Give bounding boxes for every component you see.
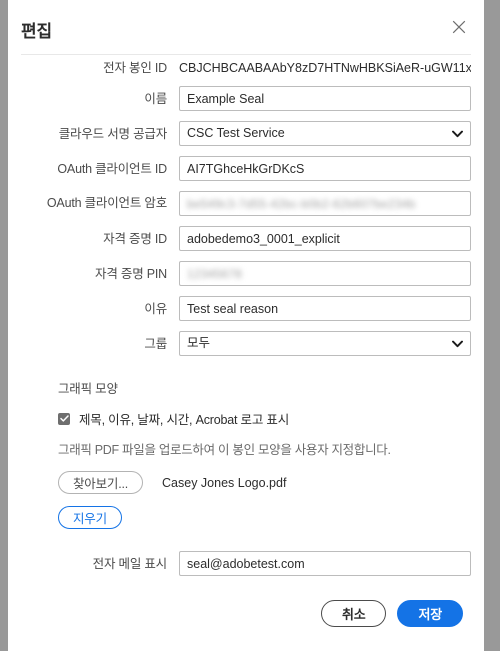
email-label: 전자 메일 표시 — [92, 557, 168, 571]
dialog-header: 편집 — [8, 0, 484, 55]
reason-label: 이유 — [144, 302, 167, 316]
provider-label: 클라우드 서명 공급자 — [58, 127, 167, 141]
upload-row: 찾아보기... Casey Jones Logo.pdf — [58, 471, 471, 494]
show-details-checkbox-label: 제목, 이유, 날짜, 시간, Acrobat 로고 표시 — [79, 413, 290, 427]
seal-id-value: CBJCHBCAABAAbY8zD7HTNwHBKSiAeR-uGW11x — [179, 61, 471, 75]
field-row-name: 이름 — [21, 86, 471, 111]
oauth-client-id-input[interactable] — [179, 156, 471, 181]
seal-id-label: 전자 봉인 ID — [103, 61, 167, 75]
credential-pin-input[interactable] — [179, 261, 471, 286]
browse-button[interactable]: 찾아보기... — [58, 471, 144, 494]
graphic-section-title: 그래픽 모양 — [58, 382, 118, 396]
field-row-reason: 이유 — [21, 296, 471, 321]
show-details-checkbox[interactable] — [58, 412, 70, 425]
form-body: 전자 봉인 ID CBJCHBCAABAAbY8zD7HTNwHBKSiAeR-… — [8, 55, 484, 576]
field-row-email: 전자 메일 표시 — [21, 551, 471, 576]
page-title: 편집 — [21, 22, 52, 41]
group-select[interactable]: 모두 — [179, 331, 471, 356]
dialog-footer: 취소 저장 — [8, 600, 484, 627]
field-row-group: 그룹 모두 — [21, 331, 471, 356]
oauth-client-secret-label: OAuth 클라이언트 암호 — [46, 196, 167, 210]
clear-button[interactable]: 지우기 — [58, 506, 122, 529]
name-label: 이름 — [144, 92, 167, 106]
clear-row: 지우기 — [58, 506, 471, 529]
graphic-section-description: 그래픽 PDF 파일을 업로드하여 이 봉인 모양을 사용자 지정합니다. — [58, 443, 391, 457]
oauth-client-secret-input[interactable] — [179, 191, 471, 216]
close-icon[interactable] — [446, 14, 472, 40]
screen: 편집 전자 봉인 ID CBJCHBCAABAAbY8zD7HTNwHBKSiA… — [0, 0, 500, 651]
edit-seal-dialog: 편집 전자 봉인 ID CBJCHBCAABAAbY8zD7HTNwHBKSiA… — [8, 0, 484, 651]
credential-pin-label: 자격 증명 PIN — [95, 267, 167, 281]
cancel-button[interactable]: 취소 — [320, 600, 387, 627]
graphic-appearance-section: 그래픽 모양 제목, 이유, 날짜, 시간, Acrobat 로고 표시 그래픽… — [21, 378, 471, 529]
credential-id-label: 자격 증명 ID — [103, 232, 167, 246]
field-row-oauth-client-secret: OAuth 클라이언트 암호 be549c3-7d55-42bc-b0b2-62… — [21, 191, 471, 216]
email-field[interactable] — [179, 551, 471, 576]
uploaded-file-name: Casey Jones Logo.pdf — [162, 475, 287, 490]
group-label: 그룹 — [144, 337, 167, 351]
name-input[interactable] — [179, 86, 471, 111]
field-row-oauth-client-id: OAuth 클라이언트 ID — [21, 156, 471, 181]
save-button[interactable]: 저장 — [397, 600, 463, 627]
credential-id-input[interactable] — [179, 226, 471, 251]
field-row-credential-id: 자격 증명 ID — [21, 226, 471, 251]
email-block: 전자 메일 표시 — [21, 551, 471, 576]
show-details-checkbox-row[interactable]: 제목, 이유, 날짜, 시간, Acrobat 로고 표시 — [58, 409, 471, 428]
oauth-client-id-label: OAuth 클라이언트 ID — [57, 162, 167, 176]
field-row-seal-id: 전자 봉인 ID CBJCHBCAABAAbY8zD7HTNwHBKSiAeR-… — [21, 55, 471, 76]
field-row-provider: 클라우드 서명 공급자 CSC Test Service — [21, 121, 471, 146]
field-row-credential-pin: 자격 증명 PIN 12345678 — [21, 261, 471, 286]
provider-select[interactable]: CSC Test Service — [179, 121, 471, 146]
reason-input[interactable] — [179, 296, 471, 321]
